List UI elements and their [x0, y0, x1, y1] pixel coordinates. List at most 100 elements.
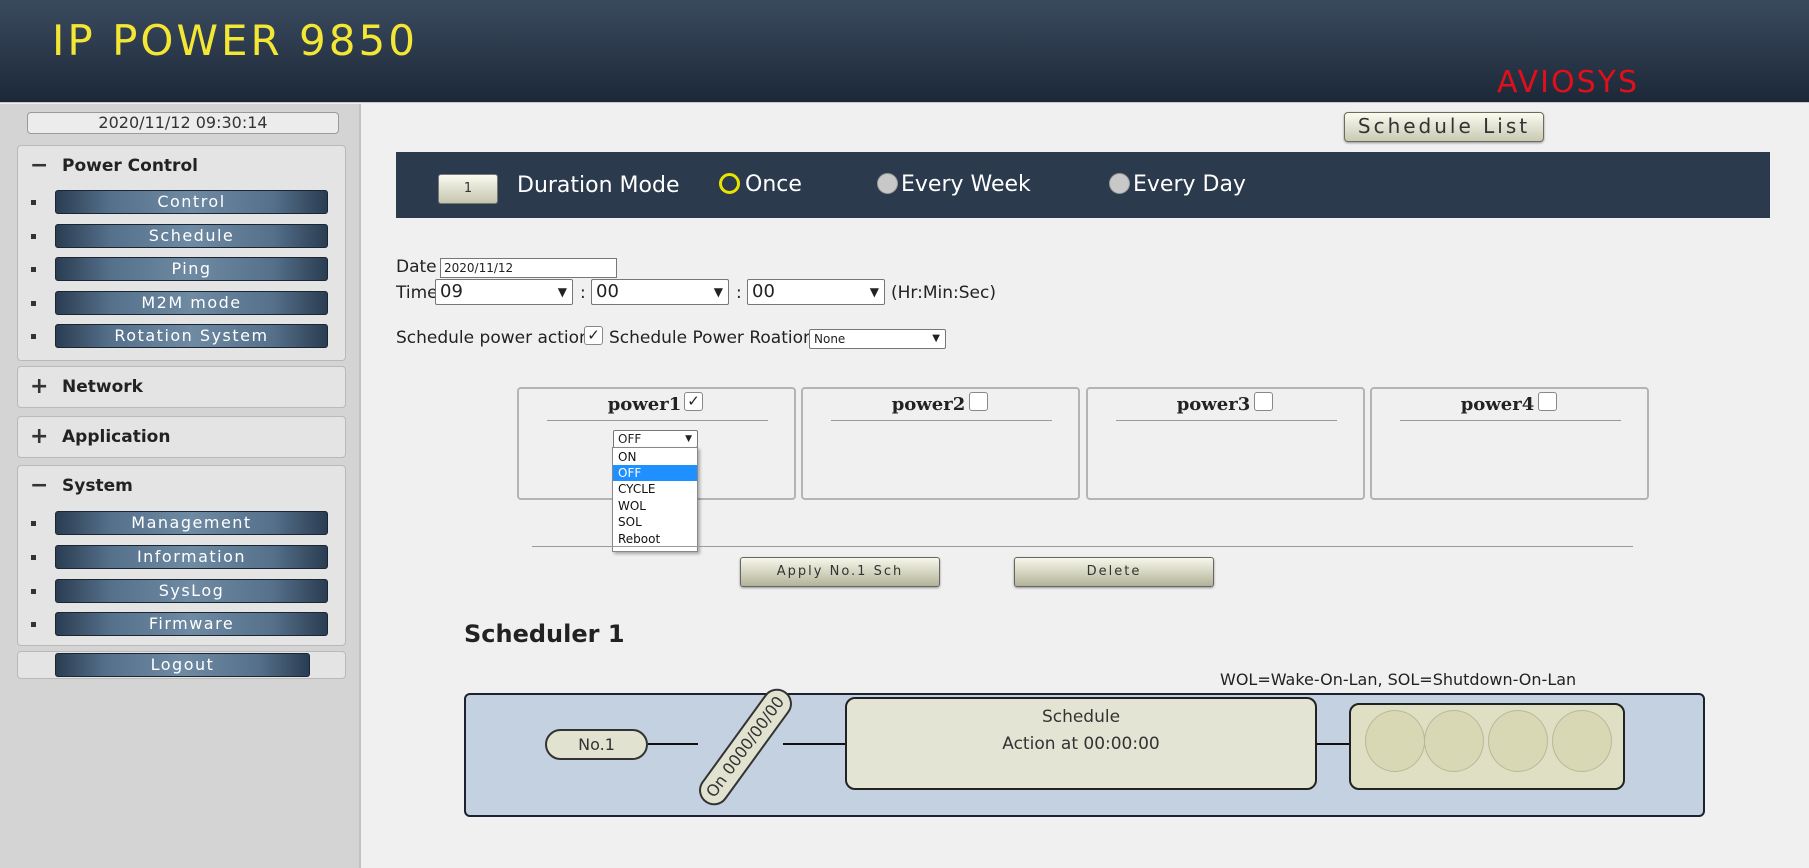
chevron-down-icon: ▼ — [713, 285, 723, 299]
radio-every-week-label[interactable]: Every Week — [901, 172, 1031, 197]
scheduler-title: Scheduler 1 — [464, 620, 625, 648]
system-header[interactable]: − System — [18, 466, 345, 506]
network-title[interactable]: Network — [62, 377, 143, 397]
bullet-icon — [31, 301, 36, 306]
radio-once-label[interactable]: Once — [745, 172, 802, 197]
power3-checkbox[interactable] — [1254, 392, 1273, 411]
power4-checkbox[interactable] — [1538, 392, 1557, 411]
schedule-node-title: Schedule — [1041, 707, 1121, 727]
second-select[interactable]: 00 ▼ — [747, 279, 885, 305]
minute-value: 00 — [596, 281, 619, 302]
radio-selected-icon[interactable] — [719, 173, 740, 194]
date-label: Date — [396, 257, 437, 277]
m2m-mode-button[interactable]: M2M mode — [55, 291, 328, 315]
minute-select[interactable]: 00 ▼ — [591, 279, 729, 305]
schedule-button[interactable]: Schedule — [55, 224, 328, 248]
sidebar-item-m2m: M2M mode — [18, 291, 347, 319]
system-title[interactable]: System — [62, 476, 133, 496]
chevron-down-icon: ▼ — [869, 285, 879, 299]
sidebar-item-management: Management — [18, 511, 347, 539]
action-dropdown-list: ON OFF CYCLE WOL SOL Reboot — [612, 447, 698, 552]
schedule-no-node: No.1 — [545, 729, 648, 760]
option-on[interactable]: ON — [613, 449, 697, 465]
radio-every-week[interactable]: Every Week — [877, 172, 1047, 200]
sidebar-item-control: Control — [18, 190, 347, 218]
radio-every-day[interactable]: Every Day — [1109, 172, 1269, 200]
option-reboot[interactable]: Reboot — [613, 531, 697, 547]
outlet-1-icon — [1365, 710, 1425, 772]
radio-every-day-label[interactable]: Every Day — [1133, 172, 1246, 197]
hour-select[interactable]: 09 ▼ — [435, 279, 573, 305]
application-section[interactable]: + Application — [17, 416, 346, 458]
power2-checkbox[interactable] — [969, 392, 988, 411]
radio-once[interactable]: Once — [719, 172, 839, 200]
ping-button[interactable]: Ping — [55, 257, 328, 281]
bullet-icon — [31, 334, 36, 339]
divider — [831, 420, 1052, 421]
application-title[interactable]: Application — [62, 427, 170, 447]
time-separator: : — [580, 283, 586, 303]
bullet-icon — [31, 555, 36, 560]
schedule-action-label: Schedule power action — [396, 328, 590, 348]
expand-icon[interactable]: + — [30, 374, 48, 399]
radio-unselected-icon[interactable] — [1109, 173, 1130, 194]
delete-button[interactable]: Delete — [1014, 557, 1214, 587]
power4-card: power4 — [1370, 387, 1649, 500]
control-button[interactable]: Control — [55, 190, 328, 214]
outlet-3-icon — [1488, 710, 1548, 772]
network-section[interactable]: + Network — [17, 366, 346, 408]
rotation-select[interactable]: None ▼ — [809, 329, 946, 349]
power-control-title[interactable]: Power Control — [62, 156, 198, 176]
bullet-icon — [31, 200, 36, 205]
app-title: IP POWER 9850 — [52, 16, 418, 65]
rotation-value: None — [814, 332, 846, 346]
chevron-down-icon: ▼ — [557, 285, 567, 299]
system-section: − System Management Information SysLog F… — [17, 465, 346, 646]
apply-schedule-button[interactable]: Apply No.1 Sch — [740, 557, 940, 587]
bullet-icon — [31, 521, 36, 526]
collapse-icon[interactable]: − — [30, 153, 48, 178]
collapse-icon[interactable]: − — [30, 473, 48, 498]
radio-unselected-icon[interactable] — [877, 173, 898, 194]
power1-action-select[interactable]: OFF ▼ — [613, 430, 698, 448]
power1-checkbox[interactable]: ✓ — [684, 392, 703, 411]
sidebar-item-ping: Ping — [18, 257, 347, 285]
logout-button[interactable]: Logout — [55, 653, 310, 677]
option-sol[interactable]: SOL — [613, 514, 697, 530]
chevron-down-icon: ▼ — [932, 333, 940, 344]
power-control-section: − Power Control Control Schedule Ping M2… — [17, 145, 346, 361]
expand-icon[interactable]: + — [30, 424, 48, 449]
chevron-down-icon: ▼ — [685, 434, 692, 444]
option-wol[interactable]: WOL — [613, 498, 697, 514]
option-cycle[interactable]: CYCLE — [613, 481, 697, 497]
rotation-label: Schedule Power Roation — [609, 328, 814, 348]
schedule-number-button[interactable]: 1 — [438, 174, 498, 204]
power2-label: power2 — [891, 394, 966, 415]
logout-section: Logout — [17, 651, 346, 679]
schedule-list-button[interactable]: Schedule List — [1344, 112, 1544, 142]
firmware-button[interactable]: Firmware — [55, 612, 328, 636]
brand-logo: AVIOSYS — [1497, 65, 1639, 100]
sidebar-item-firmware: Firmware — [18, 612, 347, 640]
sidebar-item-schedule: Schedule — [18, 224, 347, 252]
divider — [532, 546, 1633, 547]
schedule-action-checkbox[interactable]: ✓ — [584, 326, 603, 345]
information-button[interactable]: Information — [55, 545, 328, 569]
power3-label: power3 — [1176, 394, 1251, 415]
power-control-header[interactable]: − Power Control — [18, 146, 345, 186]
clock-display: 2020/11/12 09:30:14 — [27, 112, 339, 134]
outlet-2-icon — [1424, 710, 1484, 772]
option-off[interactable]: OFF — [613, 465, 697, 481]
divider — [547, 420, 768, 421]
syslog-button[interactable]: SysLog — [55, 579, 328, 603]
schedule-node-action: Action at 00:00:00 — [1002, 734, 1160, 754]
rotation-system-button[interactable]: Rotation System — [55, 324, 328, 348]
management-button[interactable]: Management — [55, 511, 328, 535]
hour-value: 09 — [440, 281, 463, 302]
power1-action-value: OFF — [618, 432, 642, 446]
sidebar-item-syslog: SysLog — [18, 579, 347, 607]
duration-mode-label: Duration Mode — [517, 173, 680, 198]
date-input[interactable]: 2020/11/12 — [440, 258, 617, 278]
sidebar-item-information: Information — [18, 545, 347, 573]
connector-line — [648, 743, 698, 745]
